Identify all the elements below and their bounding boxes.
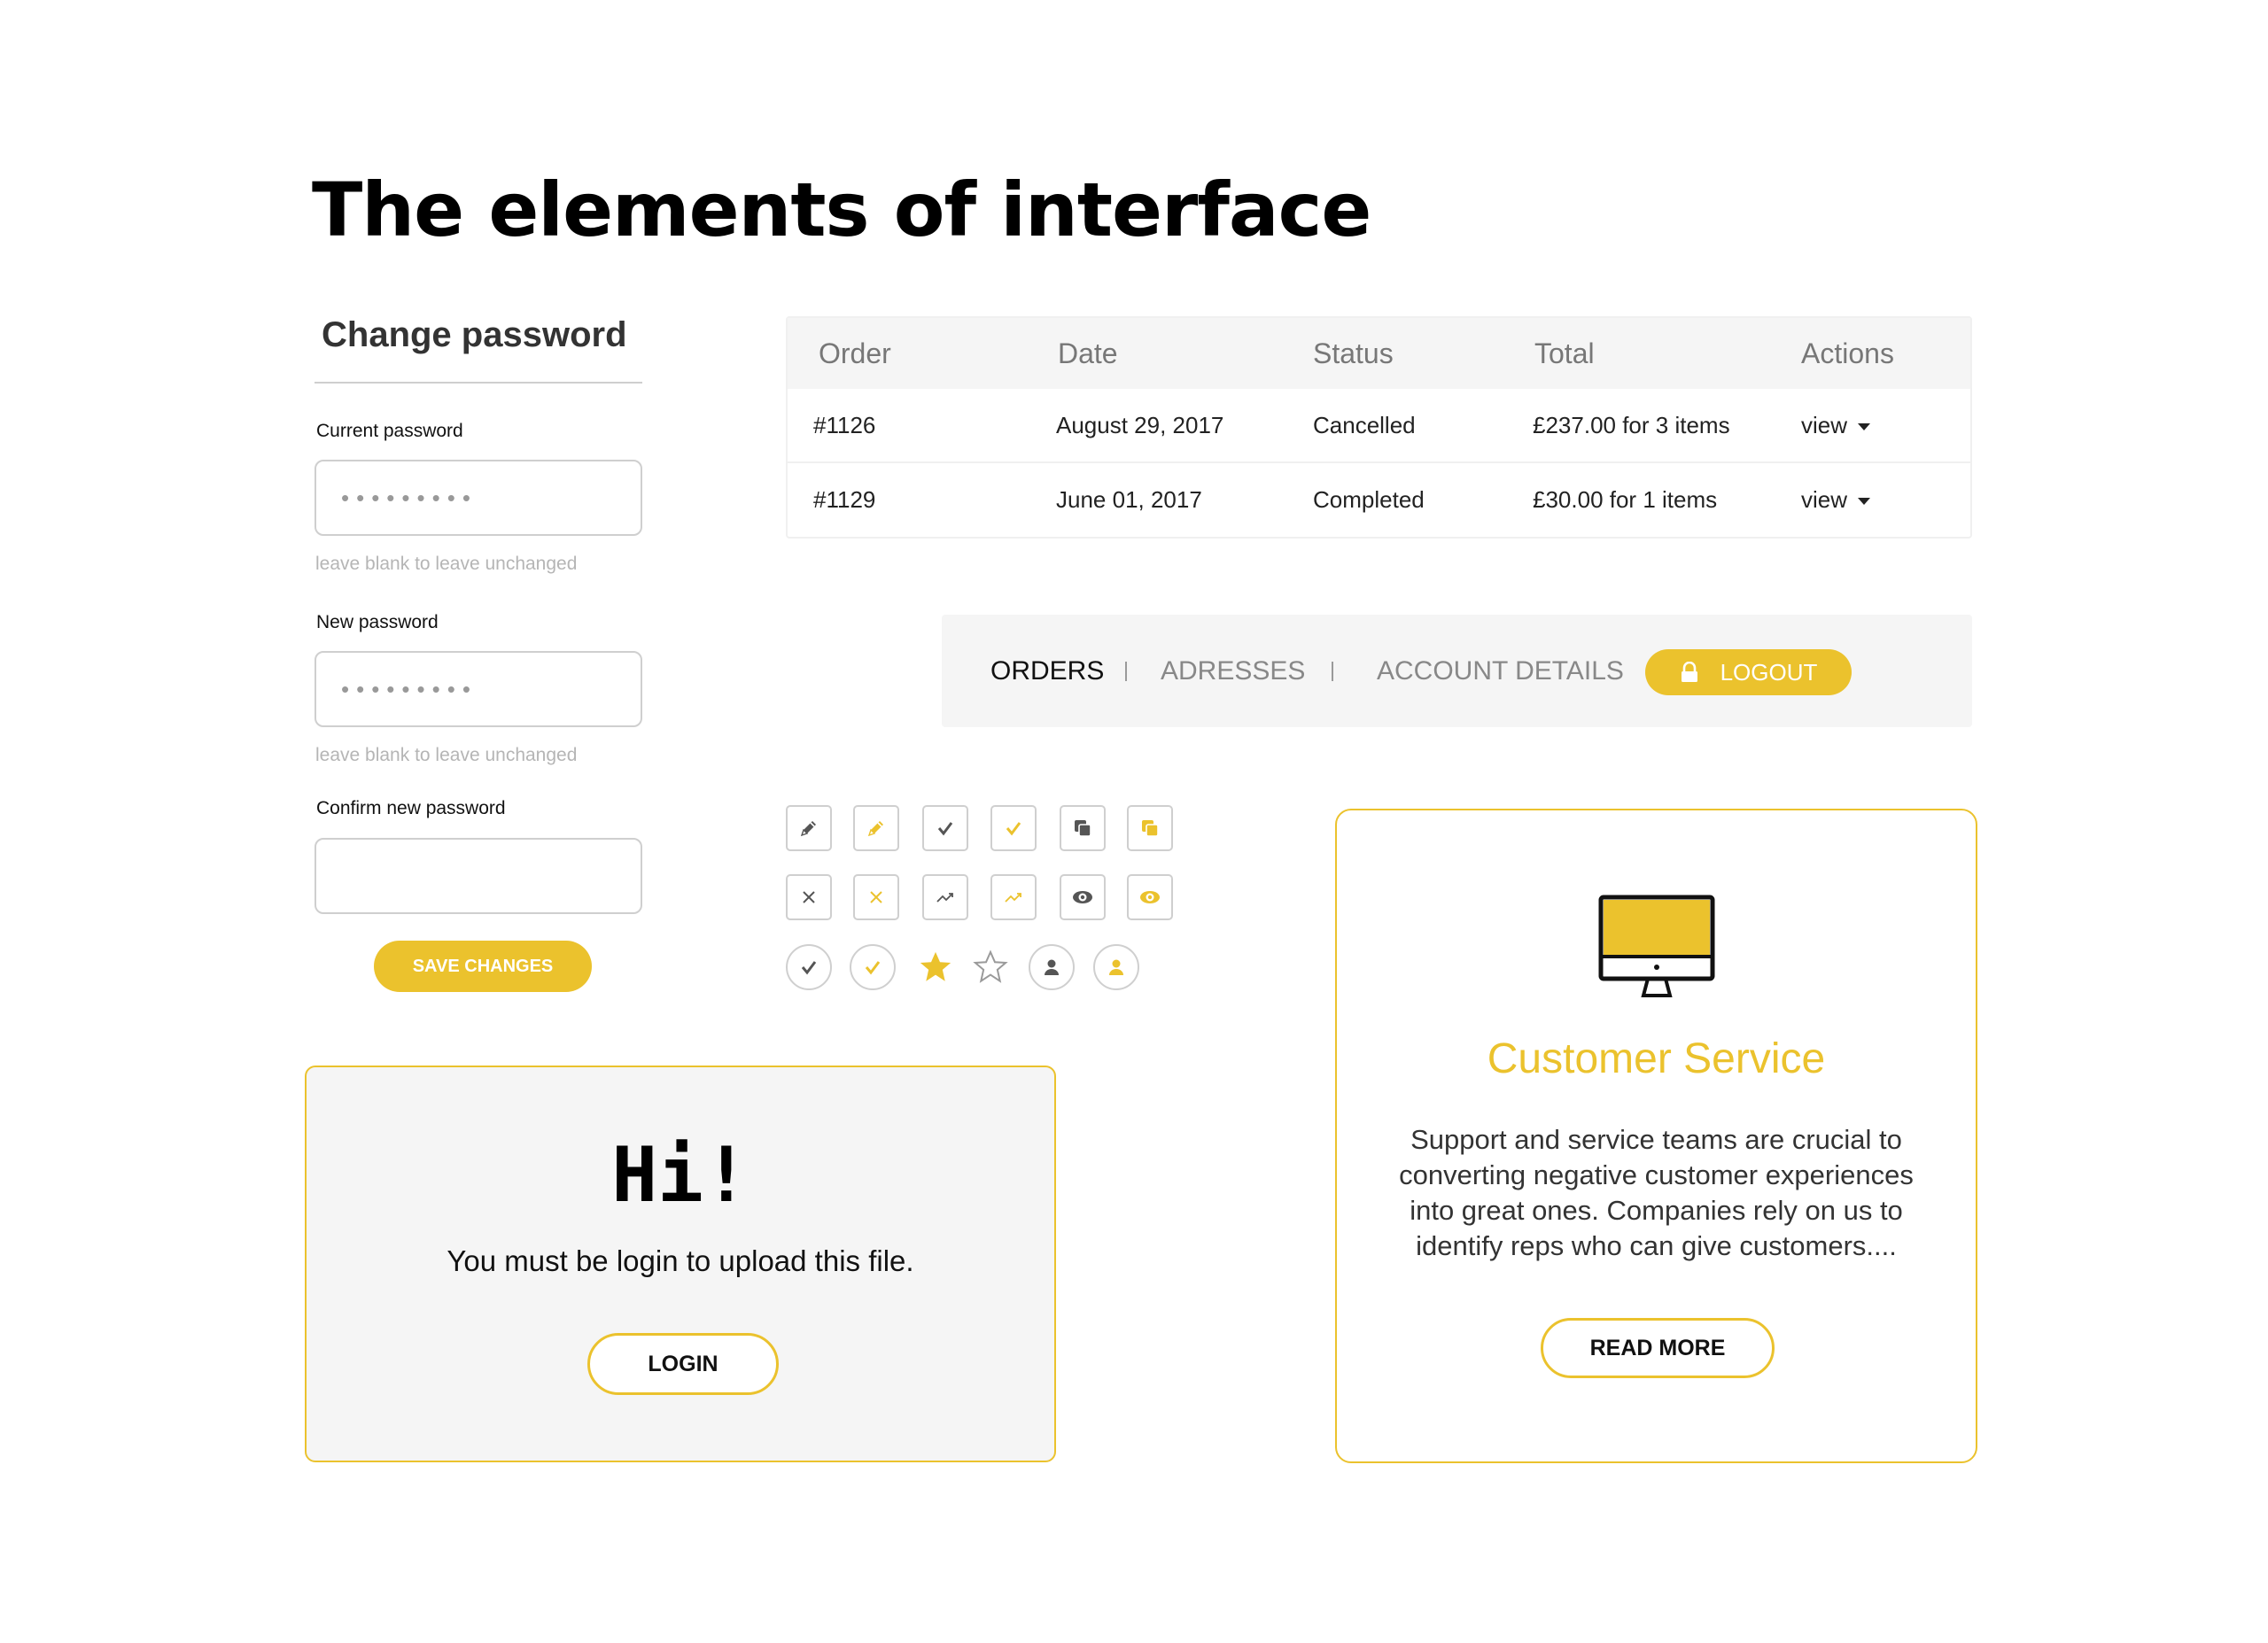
confirm-password-label: Confirm new password	[316, 798, 506, 818]
trend-icon[interactable]	[922, 874, 968, 920]
login-card-message: You must be login to upload this file.	[447, 1244, 914, 1277]
check-icon-active[interactable]	[990, 805, 1037, 851]
caret-down-icon	[1858, 498, 1871, 506]
new-password-label: New password	[316, 612, 439, 632]
caret-down-icon	[1858, 423, 1871, 431]
column-header-total: Total	[1534, 337, 1595, 369]
check-circle-icon[interactable]	[786, 944, 832, 990]
lock-icon	[1681, 662, 1697, 682]
order-date: June 01, 2017	[1056, 486, 1202, 513]
customer-service-card: Customer Service Support and service tea…	[1335, 809, 1977, 1463]
view-order-dropdown[interactable]: view	[1801, 389, 1871, 461]
login-card-title: Hi!	[611, 1131, 750, 1220]
order-date: August 29, 2017	[1056, 412, 1224, 438]
star-outline-icon[interactable]	[967, 944, 1014, 990]
copy-icon[interactable]	[1060, 805, 1106, 851]
view-order-dropdown[interactable]: view	[1801, 463, 1871, 536]
logout-button[interactable]: LOGOUT	[1645, 649, 1852, 695]
orders-table: Order Date Status Total Actions #1126 Au…	[786, 316, 1972, 539]
copy-icon-active[interactable]	[1127, 805, 1173, 851]
eye-icon-active[interactable]	[1127, 874, 1173, 920]
view-label: view	[1801, 486, 1848, 513]
nav-item-addresses[interactable]: ADRESSES	[1161, 615, 1305, 727]
close-icon[interactable]	[786, 874, 832, 920]
read-more-button[interactable]: READ MORE	[1541, 1318, 1775, 1378]
login-button[interactable]: LOGIN	[587, 1333, 779, 1395]
current-password-label: Current password	[316, 421, 463, 441]
pencil-icon[interactable]	[786, 805, 832, 851]
close-icon-active[interactable]	[853, 874, 899, 920]
confirm-password-input[interactable]	[315, 838, 642, 914]
column-header-date: Date	[1058, 337, 1118, 369]
column-header-actions: Actions	[1801, 337, 1894, 369]
order-number: #1129	[813, 486, 876, 513]
order-status: Cancelled	[1313, 412, 1416, 438]
table-header: Order Date Status Total Actions	[788, 318, 1970, 389]
order-total: £30.00 for 1 items	[1533, 486, 1718, 513]
current-password-hint: leave blank to leave unchanged	[315, 554, 578, 574]
customer-service-text: Support and service teams are crucial to…	[1399, 1124, 1914, 1261]
monitor-icon	[1598, 895, 1715, 997]
order-number: #1126	[813, 412, 876, 438]
column-header-status: Status	[1313, 337, 1394, 369]
login-card: Hi! You must be login to upload this fil…	[305, 1066, 1056, 1462]
check-circle-icon-active[interactable]	[850, 944, 896, 990]
nav-item-account-details[interactable]: ACCOUNT DETAILS	[1377, 615, 1624, 727]
table-row: #1126 August 29, 2017 Cancelled £237.00 …	[788, 389, 1970, 461]
nav-separator	[1332, 662, 1333, 681]
page-title: The elements of interface	[312, 167, 1371, 253]
save-changes-button[interactable]: Save changes	[374, 941, 592, 992]
user-icon-active[interactable]	[1093, 944, 1139, 990]
check-icon[interactable]	[922, 805, 968, 851]
change-password-title: Change password	[322, 315, 627, 354]
nav-separator	[1125, 662, 1127, 681]
nav-item-orders[interactable]: ORDERS	[990, 615, 1104, 727]
order-status: Completed	[1313, 486, 1425, 513]
customer-service-title: Customer Service	[1487, 1035, 1826, 1082]
user-icon[interactable]	[1029, 944, 1075, 990]
current-password-input[interactable]	[315, 460, 642, 536]
logout-label: LOGOUT	[1720, 658, 1818, 686]
star-filled-icon[interactable]	[913, 944, 959, 990]
table-row: #1129 June 01, 2017 Completed £30.00 for…	[788, 461, 1970, 536]
column-header-order: Order	[819, 337, 891, 369]
new-password-hint: leave blank to leave unchanged	[315, 745, 578, 765]
eye-icon[interactable]	[1060, 874, 1106, 920]
new-password-input[interactable]	[315, 651, 642, 727]
view-label: view	[1801, 412, 1848, 438]
order-total: £237.00 for 3 items	[1533, 412, 1730, 438]
divider	[315, 382, 642, 384]
pencil-icon-active[interactable]	[853, 805, 899, 851]
trend-icon-active[interactable]	[990, 874, 1037, 920]
